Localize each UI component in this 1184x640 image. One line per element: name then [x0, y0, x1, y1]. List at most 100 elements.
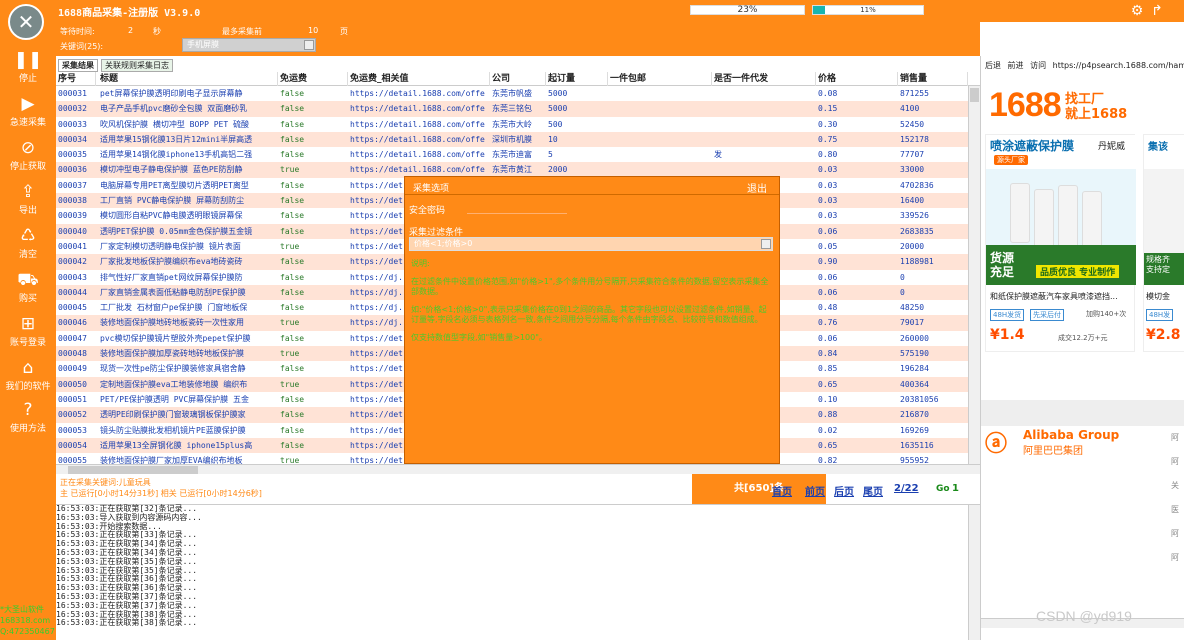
tab-log[interactable]: 关联规则采集日志 — [101, 59, 173, 72]
col-header-id[interactable]: 序号 — [56, 72, 96, 86]
table-cell: 0.76 — [818, 318, 838, 328]
table-cell: 000040 — [58, 226, 87, 236]
sidebar-item-our-software[interactable]: ⌂ 我们的软件 — [0, 358, 56, 398]
table-cell: 16400 — [900, 196, 925, 206]
side-link[interactable]: 阿 — [1165, 522, 1184, 546]
table-cell: 排气性好厂家直销pet网纹屏幕保护膜防 — [100, 272, 243, 282]
table-cell: https://detail.1688.com/offe — [350, 119, 485, 129]
gear-icon[interactable]: ⚙ — [1128, 2, 1146, 20]
pin-icon[interactable]: ↱ — [1148, 2, 1166, 20]
col-header-title[interactable]: 标题 — [98, 72, 278, 86]
table-cell: 0.02 — [818, 425, 838, 435]
col-header-dropship[interactable]: 是否一件代发 — [712, 72, 816, 86]
table-cell: 000053 — [58, 425, 87, 435]
table-cell: 10 — [548, 134, 558, 144]
side-link[interactable]: 阿 — [1165, 450, 1184, 474]
filter-input[interactable]: 价格<1;价格>0 — [409, 237, 773, 251]
table-cell: false — [280, 410, 305, 420]
sidebar-item-login[interactable]: ⊞ 账号登录 — [0, 314, 56, 354]
table-cell: 400364 — [900, 379, 929, 389]
product-roll — [1058, 185, 1078, 249]
table-vertical-scrollbar[interactable] — [968, 86, 980, 464]
table-horizontal-scrollbar[interactable] — [56, 464, 980, 474]
logo-1688[interactable]: 1688 — [989, 86, 1062, 125]
col-header-moq[interactable]: 起订量 — [546, 72, 608, 86]
table-cell: https://detail.1688.com/offe — [350, 150, 485, 160]
filter-dropdown-knob[interactable] — [761, 239, 771, 249]
product-card[interactable]: 货源 充足 品质优良 专业制作 喷涂遮蔽保护膜 丹妮威 源头厂家 和纸保护膜遮蔽… — [985, 134, 1136, 352]
watermark: CSDN @yd919 — [1036, 608, 1132, 624]
tab-results[interactable]: 采集结果 — [58, 59, 98, 72]
prev-page-link[interactable]: 前页 — [805, 483, 825, 498]
dialog-header: 采集选项 退出 — [405, 177, 779, 195]
product-tag: 品质优良 专业制作 — [1036, 265, 1120, 278]
table-cell: false — [280, 364, 305, 374]
table-cell: 0.15 — [818, 104, 838, 114]
table-cell: 000036 — [58, 165, 87, 175]
table-cell: 镜头防尘贴膜批发相机镜片PE蓝膜保护膜 — [100, 425, 246, 435]
table-row[interactable]: 000034 适用苹果15钢化膜13日片12mini半屏高透 false https:… — [56, 131, 968, 148]
go-label[interactable]: Go — [936, 484, 950, 494]
table-cell: 定制地面保护膜eva工地装修地膜 编织布 — [100, 379, 248, 389]
table-cell: false — [280, 425, 305, 435]
max-page-input[interactable]: 10 — [308, 26, 318, 35]
forward-button[interactable]: 前进 — [1008, 61, 1024, 70]
table-cell: 000050 — [58, 379, 87, 389]
visit-button[interactable]: 访问 — [1030, 61, 1046, 70]
table-cell: false — [280, 119, 305, 129]
next-page-link[interactable]: 后页 — [834, 483, 854, 498]
dialog-close-button[interactable]: 退出 — [747, 180, 767, 195]
side-link[interactable]: 阿 — [1165, 546, 1184, 570]
col-header-url[interactable]: 免运费_相关值 — [348, 72, 490, 86]
back-button[interactable]: 后退 — [985, 61, 1001, 70]
sidebar-item-fast-collect[interactable]: ▶ 急速采集 — [0, 94, 56, 134]
product-roll — [1082, 191, 1102, 249]
table-row[interactable]: 000032 电子产品手机pvc磨砂全包膜 双面磨砂乳 false https://d… — [56, 101, 968, 117]
table-cell: 0.75 — [818, 134, 838, 144]
last-page-link[interactable]: 尾页 — [863, 483, 883, 498]
table-row[interactable]: 000033 吹风机保护膜 横切冲型 BOPP PET 硫酸 false https:… — [56, 116, 968, 132]
product-title: 集该 — [1148, 142, 1168, 153]
url-field[interactable]: https://p4psearch.1688.com/hamlet — [1053, 61, 1184, 70]
keyword-input[interactable]: 手机屏膜 — [182, 38, 316, 52]
table-cell: 0.03 — [818, 180, 838, 190]
sidebar-item-stop-fetch[interactable]: ⊘ 停止获取 — [0, 138, 56, 178]
side-link[interactable]: 医 — [1165, 498, 1184, 522]
side-link[interactable]: 关 — [1165, 474, 1184, 498]
app-logo: ✕ — [8, 4, 44, 40]
password-input[interactable] — [467, 213, 567, 214]
col-header-sales[interactable]: 销售量 — [898, 72, 968, 86]
sidebar-item-clear[interactable]: ♺ 清空 — [0, 226, 56, 266]
cart-icon: ⛟ — [17, 270, 39, 290]
title-bar: 1688商品采集-注册版 V3.9.0 23% 11% ⚙ ↱ — [56, 0, 1184, 22]
table-cell: 216870 — [900, 410, 929, 420]
table-cell: 工厂直销 PVC静电保护膜 屏幕防刮防尘 — [100, 196, 245, 206]
table-row[interactable]: 000035 适用苹果14钢化膜iphone13手机高铝二强 false https:… — [56, 147, 968, 163]
col-header-free-shipping[interactable]: 免运费 — [278, 72, 348, 86]
col-header-company[interactable]: 公司 — [490, 72, 546, 86]
first-page-link[interactable]: 首页 — [772, 483, 792, 498]
product-card[interactable]: 集该 规格齐 支持定 模切金 48H发 ¥2.8 — [1143, 134, 1184, 352]
table-cell: false — [280, 134, 305, 144]
table-cell: 000034 — [58, 134, 87, 144]
keyword-dropdown-knob[interactable] — [304, 40, 314, 50]
table-cell: 0.88 — [818, 410, 838, 420]
sidebar-item-export[interactable]: ⇪ 导出 — [0, 182, 56, 222]
go-page-input[interactable]: 1 — [952, 483, 959, 494]
sidebar-item-help[interactable]: ? 使用方法 — [0, 400, 56, 440]
table-cell: 透明PE印刷保护膜门窗玻璃钢板保护膜家 — [100, 410, 246, 420]
alibaba-icon: ⓐ — [985, 432, 1008, 457]
col-header-price[interactable]: 价格 — [816, 72, 898, 86]
footer-link[interactable]: 168318.com — [0, 615, 56, 626]
side-link[interactable]: 阿 — [1165, 426, 1184, 450]
col-header-free-post[interactable]: 一件包邮 — [608, 72, 712, 86]
table-cell: 0.06 — [818, 272, 838, 282]
log-scrollbar[interactable] — [968, 505, 980, 640]
wait-time-input[interactable]: 2 — [128, 26, 133, 35]
table-row[interactable]: 000031 pet屏幕保护膜透明印刷电子显示屏幕静 false https://de… — [56, 86, 968, 102]
status-runtime: 主 已运行[0小时14分31秒] 相关 已运行[0小时14分6秒] — [60, 489, 262, 498]
alibaba-logo[interactable]: ⓐ Alibaba Group 阿里巴巴集团 — [985, 426, 1145, 466]
sidebar-item-buy[interactable]: ⛟ 购买 — [0, 270, 56, 310]
sidebar-item-stop[interactable]: ❚❚ 停止 — [0, 50, 56, 90]
table-cell: 模切圆形自粘PVC静电膜透明眼镜屏幕保 — [100, 211, 243, 221]
